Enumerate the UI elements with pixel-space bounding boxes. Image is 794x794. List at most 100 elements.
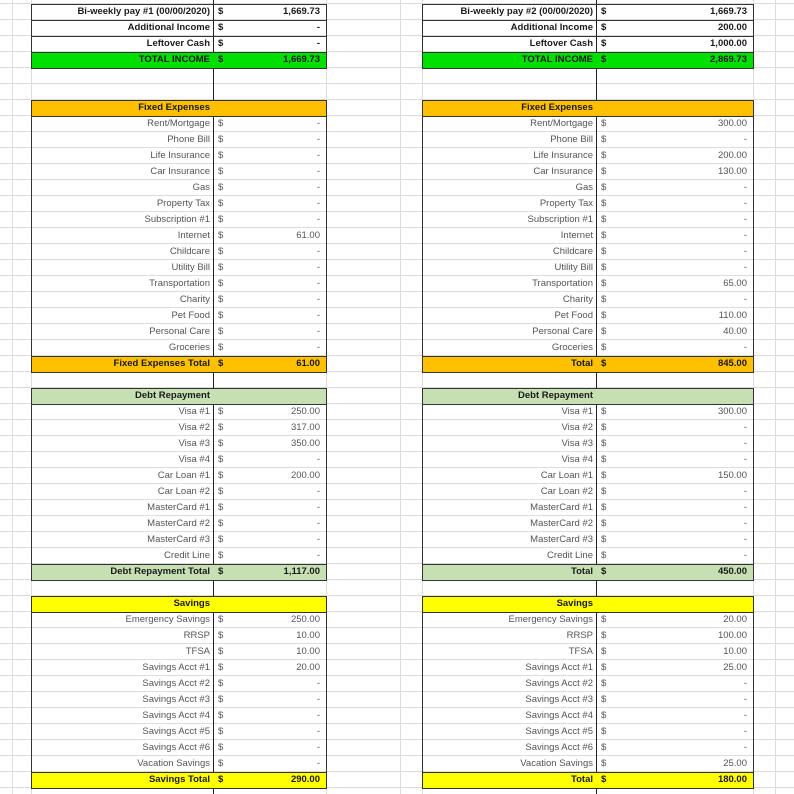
debt-item-label[interactable]: Visa #3 bbox=[31, 436, 213, 452]
fixed-item-currency[interactable]: $ bbox=[596, 212, 616, 228]
fixed-item-currency[interactable]: $ bbox=[596, 148, 616, 164]
fixed-item-label[interactable]: Car Insurance bbox=[31, 164, 213, 180]
debt-total-row-currency[interactable]: $ bbox=[596, 564, 616, 580]
fixed-item-value[interactable]: - bbox=[233, 244, 326, 260]
debt-item-label[interactable]: Car Loan #2 bbox=[422, 484, 596, 500]
savings-item-currency[interactable]: $ bbox=[213, 676, 233, 692]
total-income-row-value[interactable]: 2,869.73 bbox=[616, 52, 753, 68]
fixed-total-row-currency[interactable]: $ bbox=[213, 356, 233, 372]
income-row-label[interactable]: Bi-weekly pay #2 (00/00/2020) bbox=[422, 4, 596, 20]
savings-item-label[interactable]: Savings Acct #6 bbox=[422, 740, 596, 756]
savings-item-label[interactable]: Vacation Savings bbox=[31, 756, 213, 772]
savings-item-label[interactable]: Savings Acct #5 bbox=[31, 724, 213, 740]
fixed-item-label[interactable]: Groceries bbox=[31, 340, 213, 356]
income-row-label[interactable]: Leftover Cash bbox=[422, 36, 596, 52]
debt-item-value[interactable]: - bbox=[233, 484, 326, 500]
savings-item-label[interactable]: RRSP bbox=[31, 628, 213, 644]
fixed-item-currency[interactable]: $ bbox=[213, 148, 233, 164]
debt-section-header[interactable]: Debt Repayment bbox=[422, 388, 596, 404]
total-income-row-label[interactable]: TOTAL INCOME bbox=[31, 52, 213, 68]
fixed-item-currency[interactable]: $ bbox=[213, 228, 233, 244]
savings-item-value[interactable]: - bbox=[233, 756, 326, 772]
debt-item-value[interactable]: - bbox=[233, 516, 326, 532]
savings-item-currency[interactable]: $ bbox=[596, 708, 616, 724]
savings-section-header[interactable]: Savings bbox=[31, 596, 213, 612]
debt-item-currency[interactable]: $ bbox=[596, 420, 616, 436]
fixed-item-value[interactable]: - bbox=[233, 324, 326, 340]
savings-item-value[interactable]: 250.00 bbox=[233, 612, 326, 628]
debt-item-currency[interactable]: $ bbox=[213, 548, 233, 564]
fixed-item-label[interactable]: Personal Care bbox=[422, 324, 596, 340]
savings-item-label[interactable]: RRSP bbox=[422, 628, 596, 644]
savings-item-value[interactable]: 25.00 bbox=[616, 660, 753, 676]
debt-section-header-empty[interactable] bbox=[213, 388, 326, 404]
savings-item-value[interactable]: 20.00 bbox=[233, 660, 326, 676]
fixed-item-currency[interactable]: $ bbox=[596, 340, 616, 356]
savings-item-value[interactable]: 100.00 bbox=[616, 628, 753, 644]
debt-item-label[interactable]: Visa #4 bbox=[422, 452, 596, 468]
debt-item-value[interactable]: - bbox=[616, 548, 753, 564]
fixed-item-currency[interactable]: $ bbox=[596, 292, 616, 308]
fixed-section-header[interactable]: Fixed Expenses bbox=[422, 100, 596, 116]
savings-item-label[interactable]: Savings Acct #5 bbox=[422, 724, 596, 740]
debt-section-header-empty[interactable] bbox=[596, 388, 753, 404]
savings-item-value[interactable]: - bbox=[233, 676, 326, 692]
fixed-item-label[interactable]: Internet bbox=[31, 228, 213, 244]
debt-item-currency[interactable]: $ bbox=[213, 436, 233, 452]
fixed-item-label[interactable]: Pet Food bbox=[31, 308, 213, 324]
fixed-item-value[interactable]: 65.00 bbox=[616, 276, 753, 292]
savings-item-currency[interactable]: $ bbox=[213, 628, 233, 644]
savings-item-currency[interactable]: $ bbox=[596, 676, 616, 692]
debt-item-label[interactable]: Credit Line bbox=[31, 548, 213, 564]
fixed-item-label[interactable]: Internet bbox=[422, 228, 596, 244]
debt-item-label[interactable]: MasterCard #1 bbox=[31, 500, 213, 516]
savings-item-currency[interactable]: $ bbox=[596, 628, 616, 644]
debt-item-currency[interactable]: $ bbox=[213, 420, 233, 436]
total-income-row-label[interactable]: TOTAL INCOME bbox=[422, 52, 596, 68]
fixed-item-value[interactable]: - bbox=[233, 276, 326, 292]
fixed-item-currency[interactable]: $ bbox=[213, 276, 233, 292]
debt-item-currency[interactable]: $ bbox=[596, 468, 616, 484]
fixed-item-value[interactable]: 110.00 bbox=[616, 308, 753, 324]
savings-item-label[interactable]: TFSA bbox=[31, 644, 213, 660]
income-row-currency[interactable]: $ bbox=[213, 36, 233, 52]
fixed-item-currency[interactable]: $ bbox=[213, 196, 233, 212]
fixed-item-label[interactable]: Transportation bbox=[422, 276, 596, 292]
debt-total-row-value[interactable]: 450.00 bbox=[616, 564, 753, 580]
debt-item-currency[interactable]: $ bbox=[596, 500, 616, 516]
savings-total-row-currency[interactable]: $ bbox=[213, 772, 233, 788]
debt-item-value[interactable]: - bbox=[616, 532, 753, 548]
debt-item-label[interactable]: Car Loan #2 bbox=[31, 484, 213, 500]
income-row-currency[interactable]: $ bbox=[213, 20, 233, 36]
fixed-item-value[interactable]: - bbox=[233, 196, 326, 212]
fixed-item-label[interactable]: Transportation bbox=[31, 276, 213, 292]
savings-item-currency[interactable]: $ bbox=[596, 692, 616, 708]
savings-item-currency[interactable]: $ bbox=[596, 756, 616, 772]
savings-item-label[interactable]: Savings Acct #4 bbox=[422, 708, 596, 724]
fixed-item-value[interactable]: - bbox=[616, 228, 753, 244]
savings-item-value[interactable]: - bbox=[233, 724, 326, 740]
debt-item-label[interactable]: Car Loan #1 bbox=[31, 468, 213, 484]
income-row-value[interactable]: - bbox=[233, 36, 326, 52]
fixed-item-label[interactable]: Phone Bill bbox=[422, 132, 596, 148]
debt-item-value[interactable]: - bbox=[616, 436, 753, 452]
fixed-item-currency[interactable]: $ bbox=[213, 244, 233, 260]
fixed-item-value[interactable]: - bbox=[233, 308, 326, 324]
savings-item-label[interactable]: Savings Acct #2 bbox=[422, 676, 596, 692]
income-row-value[interactable]: - bbox=[233, 20, 326, 36]
fixed-item-label[interactable]: Rent/Mortgage bbox=[31, 116, 213, 132]
debt-total-row-label[interactable]: Debt Repayment Total bbox=[31, 564, 213, 580]
savings-item-currency[interactable]: $ bbox=[213, 740, 233, 756]
fixed-item-label[interactable]: Charity bbox=[422, 292, 596, 308]
savings-item-value[interactable]: 10.00 bbox=[616, 644, 753, 660]
debt-item-currency[interactable]: $ bbox=[596, 436, 616, 452]
savings-item-label[interactable]: Savings Acct #6 bbox=[31, 740, 213, 756]
income-row-currency[interactable]: $ bbox=[596, 36, 616, 52]
savings-item-currency[interactable]: $ bbox=[213, 644, 233, 660]
debt-section-header[interactable]: Debt Repayment bbox=[31, 388, 213, 404]
debt-item-value[interactable]: - bbox=[233, 452, 326, 468]
savings-item-value[interactable]: - bbox=[233, 740, 326, 756]
fixed-item-currency[interactable]: $ bbox=[213, 116, 233, 132]
income-row-currency[interactable]: $ bbox=[213, 4, 233, 20]
fixed-total-row-value[interactable]: 61.00 bbox=[233, 356, 326, 372]
